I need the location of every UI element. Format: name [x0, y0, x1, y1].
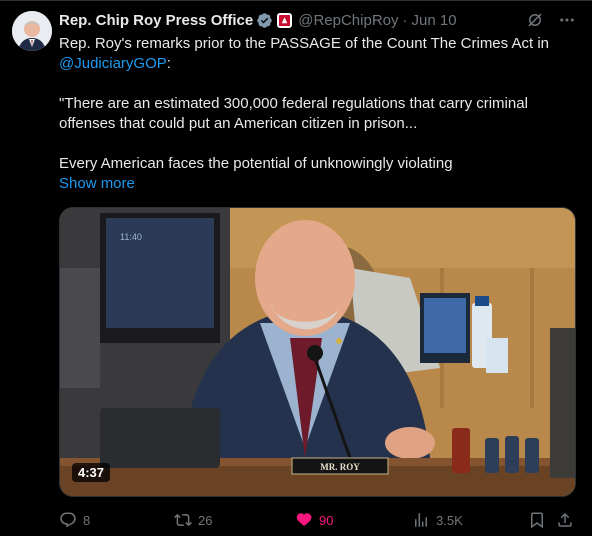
- repost-count: 26: [198, 512, 213, 528]
- repost-button[interactable]: 26: [174, 509, 212, 531]
- views-button[interactable]: 3.5K: [412, 509, 463, 531]
- grok-icon[interactable]: [526, 11, 544, 29]
- tweet-line: offenses that could put an American citi…: [59, 115, 418, 132]
- mention-link[interactable]: @JudiciaryGOP: [59, 55, 167, 72]
- tweet-text: Rep. Roy's remarks prior to the PASSAGE …: [59, 34, 576, 194]
- tweet-content: Rep. Chip Roy Press Office @RepChipRoy ·…: [59, 9, 576, 194]
- nameplate-text: MR. ROY: [320, 462, 360, 472]
- verified-badge-icon[interactable]: [256, 12, 273, 29]
- reply-button[interactable]: 8: [59, 509, 90, 531]
- mention-suffix: :: [166, 55, 171, 72]
- like-button[interactable]: 90: [295, 509, 333, 531]
- reply-icon: [59, 511, 77, 529]
- tweet-actions: 8 26 90 3.5K: [59, 509, 576, 531]
- header-actions: [526, 9, 576, 31]
- tweet-line: @JudiciaryGOP:: [59, 54, 576, 74]
- views-chart-icon: [412, 511, 430, 529]
- tweet-line: "There are an estimated 300,000 federal …: [59, 95, 528, 112]
- tweet-date[interactable]: Jun 10: [412, 12, 457, 29]
- more-options-icon[interactable]: [558, 11, 576, 29]
- share-button[interactable]: [556, 509, 574, 531]
- reply-count: 8: [83, 512, 91, 528]
- author-avatar[interactable]: [12, 11, 52, 51]
- tweet-line: Every American faces the potential of un…: [59, 155, 453, 172]
- house-seal-icon[interactable]: [277, 12, 293, 28]
- bookmark-icon: [528, 511, 546, 529]
- author-handle[interactable]: @RepChipRoy: [298, 12, 398, 29]
- author-name[interactable]: Rep. Chip Roy Press Office: [59, 12, 253, 29]
- tweet[interactable]: Rep. Chip Roy Press Office @RepChipRoy ·…: [0, 0, 592, 536]
- views-count: 3.5K: [436, 512, 463, 528]
- tweet-header: Rep. Chip Roy Press Office @RepChipRoy ·…: [59, 9, 576, 31]
- heart-icon: [295, 511, 313, 529]
- bookmark-button[interactable]: [528, 509, 546, 531]
- repost-icon: [174, 511, 192, 529]
- separator-dot: ·: [402, 11, 408, 29]
- person-avatar-icon: [12, 11, 52, 51]
- like-count: 90: [319, 512, 334, 528]
- video-frame: 11:40 MR. ROY: [60, 208, 575, 496]
- monitor-clock: 11:40: [120, 232, 142, 242]
- video-duration: 4:37: [72, 463, 111, 482]
- tweet-line: Rep. Roy's remarks prior to the PASSAGE …: [59, 35, 550, 52]
- share-icon: [556, 511, 574, 529]
- video-player[interactable]: 11:40 MR. ROY 4:37: [59, 207, 576, 497]
- show-more-link[interactable]: Show more: [59, 174, 135, 194]
